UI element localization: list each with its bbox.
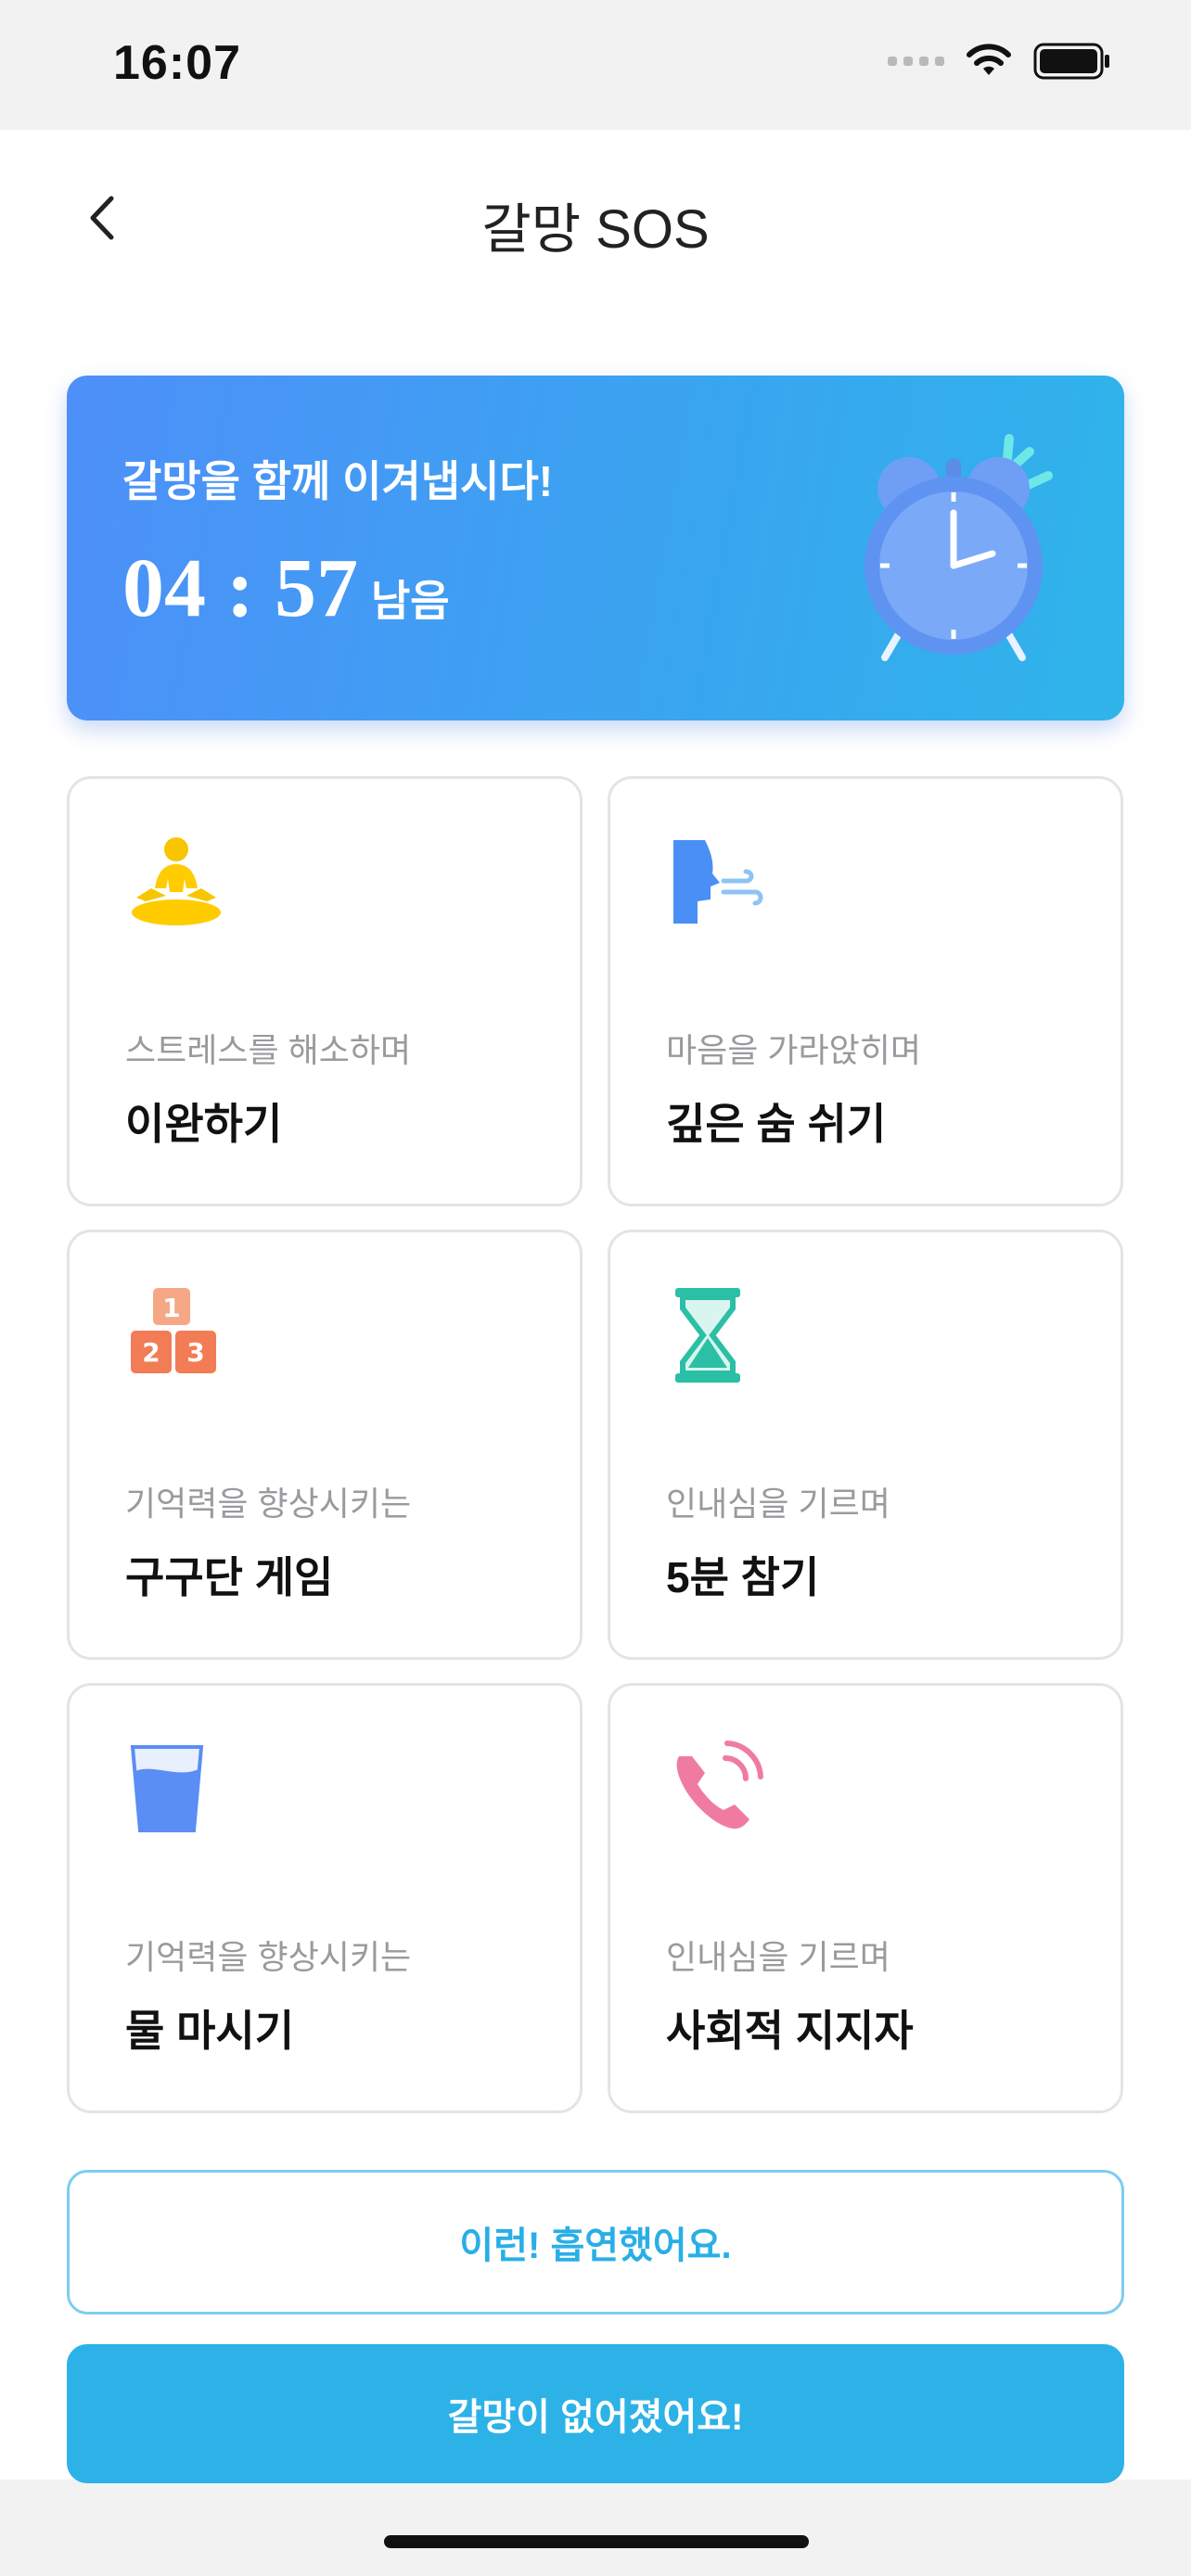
countdown-banner: 갈망을 함께 이겨냅시다! 04 : 57 남음 — [67, 376, 1124, 721]
phone-call-icon — [676, 1741, 763, 1830]
card-subtitle: 기억력을 향상시키는 — [125, 1485, 412, 1523]
card-relax[interactable]: 스트레스를 해소하며 이완하기 — [67, 776, 583, 1206]
hourglass-icon — [675, 1288, 740, 1383]
card-title: 사회적 지지자 — [666, 2007, 914, 2055]
card-subtitle: 인내심을 기르며 — [666, 1938, 890, 1976]
alarm-clock-icon — [864, 434, 1053, 661]
card-subtitle: 기억력을 향상시키는 — [125, 1938, 412, 1976]
card-title: 5분 참기 — [666, 1553, 820, 1601]
wifi-icon — [967, 44, 1011, 75]
sos-page: 갈망 SOS 갈망을 함께 이겨냅시다! 04 : 57 남음 스트레스를 해소… — [0, 130, 1191, 2483]
card-drink-water[interactable]: 기억력을 향상시키는 물 마시기 — [67, 1683, 583, 2113]
card-title: 물 마시기 — [125, 2007, 295, 2055]
meditation-icon — [132, 837, 221, 925]
card-times-table-game[interactable]: 1 2 3 기억력을 향상시키는 구구단 게임 — [67, 1230, 583, 1660]
card-subtitle: 스트레스를 해소하며 — [125, 1031, 412, 1069]
battery-icon — [1033, 43, 1109, 80]
svg-text:3: 3 — [186, 1337, 204, 1368]
card-subtitle: 마음을 가라앉히며 — [666, 1031, 921, 1069]
svg-text:2: 2 — [142, 1337, 160, 1368]
breathing-icon — [673, 840, 763, 924]
status-bar: 16:07 — [0, 0, 1191, 130]
countdown-seconds: 57 — [274, 542, 358, 634]
countdown-suffix: 남음 — [370, 577, 450, 625]
number-blocks-icon: 1 2 3 — [131, 1288, 216, 1373]
card-social-supporter[interactable]: 인내심을 기르며 사회적 지지자 — [608, 1683, 1123, 2113]
countdown-timer: 04 : 57 남음 — [122, 541, 450, 636]
countdown-separator: : — [226, 542, 254, 634]
page-title: 갈망 SOS — [481, 199, 710, 260]
home-indicator — [384, 2535, 809, 2548]
countdown-minutes: 04 — [122, 542, 206, 634]
svg-text:1: 1 — [162, 1293, 180, 1323]
status-time: 16:07 — [113, 36, 241, 90]
cellular-signal-icon — [888, 57, 944, 66]
card-title: 구구단 게임 — [125, 1553, 334, 1601]
smoked-button[interactable]: 이런! 흡연했어요. — [67, 2170, 1124, 2315]
water-glass-icon — [130, 1745, 204, 1832]
status-icons — [888, 43, 1111, 80]
card-title: 깊은 숨 쉬기 — [666, 1100, 887, 1148]
card-subtitle: 인내심을 기르며 — [666, 1485, 890, 1523]
craving-gone-button[interactable]: 갈망이 없어졌어요! — [67, 2344, 1124, 2483]
navigation-bar: 갈망 SOS — [0, 130, 1191, 306]
card-title: 이완하기 — [125, 1100, 283, 1148]
card-deep-breath[interactable]: 마음을 가라앉히며 깊은 숨 쉬기 — [608, 776, 1123, 1206]
card-five-minute-wait[interactable]: 인내심을 기르며 5분 참기 — [608, 1230, 1123, 1660]
banner-message: 갈망을 함께 이겨냅시다! — [122, 457, 554, 505]
